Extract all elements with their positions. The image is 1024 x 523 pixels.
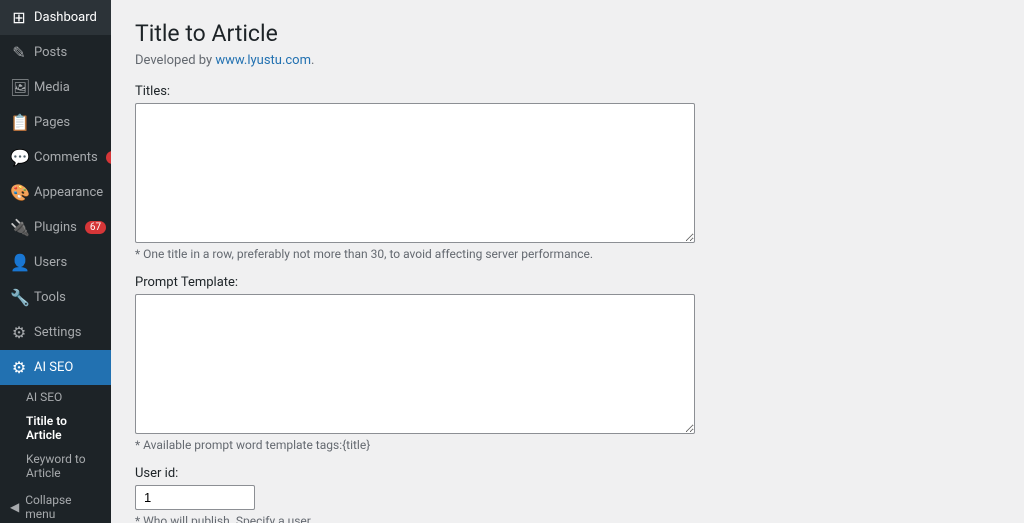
plugins-icon: 🔌	[10, 218, 28, 237]
user-id-label: User id:	[135, 466, 1000, 481]
plugins-badge: 67	[85, 221, 106, 234]
collapse-menu-label: Collapse menu	[25, 493, 101, 521]
sidebar-item-label: Settings	[34, 325, 81, 340]
sidebar-item-label: Media	[34, 80, 70, 95]
prompt-template-textarea[interactable]	[135, 294, 695, 434]
titles-textarea[interactable]	[135, 103, 695, 243]
dashboard-icon: ⊞	[10, 8, 28, 27]
prompt-template-hint: * Available prompt word template tags:{t…	[135, 438, 1000, 452]
appearance-icon: 🎨	[10, 183, 28, 202]
sidebar-item-dashboard[interactable]: ⊞ Dashboard	[0, 0, 111, 35]
sidebar-item-users[interactable]: 👤 Users	[0, 245, 111, 280]
collapse-icon: ◀	[10, 500, 19, 514]
collapse-menu-button[interactable]: ◀ Collapse menu	[0, 485, 111, 523]
submenu-item-title-to-article[interactable]: Titile to Article	[0, 409, 111, 447]
ai-seo-submenu: AI SEO Titile to Article Keyword to Arti…	[0, 385, 111, 485]
prompt-template-label: Prompt Template:	[135, 275, 1000, 290]
sidebar-item-label: AI SEO	[34, 360, 73, 375]
developed-by-link[interactable]: www.lyustu.com	[215, 53, 311, 68]
sidebar-item-label: Comments	[34, 150, 98, 165]
sidebar-item-comments[interactable]: 💬 Comments 2	[0, 140, 111, 175]
page-title: Title to Article	[135, 20, 1000, 47]
posts-icon: ✎	[10, 43, 28, 62]
sidebar-item-label: Tools	[34, 290, 66, 305]
titles-hint: * One title in a row, preferably not mor…	[135, 247, 1000, 261]
sidebar-item-media[interactable]: 🖼 Media	[0, 70, 111, 105]
sidebar: ⊞ Dashboard ✎ Posts 🖼 Media 📋 Pages 💬 Co…	[0, 0, 111, 523]
developed-by-suffix: .	[311, 53, 314, 68]
sidebar-item-ai-seo[interactable]: ⚙ AI SEO	[0, 350, 111, 385]
titles-field-group: Titles: * One title in a row, preferably…	[135, 84, 1000, 261]
comments-badge: 2	[106, 151, 111, 164]
settings-icon: ⚙	[10, 323, 28, 342]
ai-seo-icon: ⚙	[10, 358, 28, 377]
sidebar-item-label: Pages	[34, 115, 70, 130]
sidebar-item-label: Users	[34, 255, 67, 270]
comments-icon: 💬	[10, 148, 28, 167]
sidebar-item-posts[interactable]: ✎ Posts	[0, 35, 111, 70]
titles-label: Titles:	[135, 84, 1000, 99]
sidebar-item-pages[interactable]: 📋 Pages	[0, 105, 111, 140]
sidebar-item-label: Plugins	[34, 220, 77, 235]
main-content: Title to Article Developed by www.lyustu…	[111, 0, 1024, 523]
developed-by-prefix: Developed by	[135, 53, 215, 68]
user-id-field-group: User id: * Who will publish. Specify a u…	[135, 466, 1000, 523]
user-id-hint: * Who will publish. Specify a user.	[135, 514, 1000, 523]
sidebar-item-label: Dashboard	[34, 10, 97, 25]
prompt-template-field-group: Prompt Template: * Available prompt word…	[135, 275, 1000, 452]
submenu-item-ai-seo[interactable]: AI SEO	[0, 385, 111, 409]
tools-icon: 🔧	[10, 288, 28, 307]
sidebar-item-label: Posts	[34, 45, 67, 60]
sidebar-item-appearance[interactable]: 🎨 Appearance	[0, 175, 111, 210]
users-icon: 👤	[10, 253, 28, 272]
media-icon: 🖼	[10, 78, 28, 97]
sidebar-item-tools[interactable]: 🔧 Tools	[0, 280, 111, 315]
sidebar-item-settings[interactable]: ⚙ Settings	[0, 315, 111, 350]
submenu-item-keyword-to-article[interactable]: Keyword to Article	[0, 447, 111, 485]
developed-by: Developed by www.lyustu.com.	[135, 53, 1000, 68]
user-id-input[interactable]	[135, 485, 255, 510]
sidebar-item-label: Appearance	[34, 185, 103, 200]
sidebar-item-plugins[interactable]: 🔌 Plugins 67	[0, 210, 111, 245]
pages-icon: 📋	[10, 113, 28, 132]
